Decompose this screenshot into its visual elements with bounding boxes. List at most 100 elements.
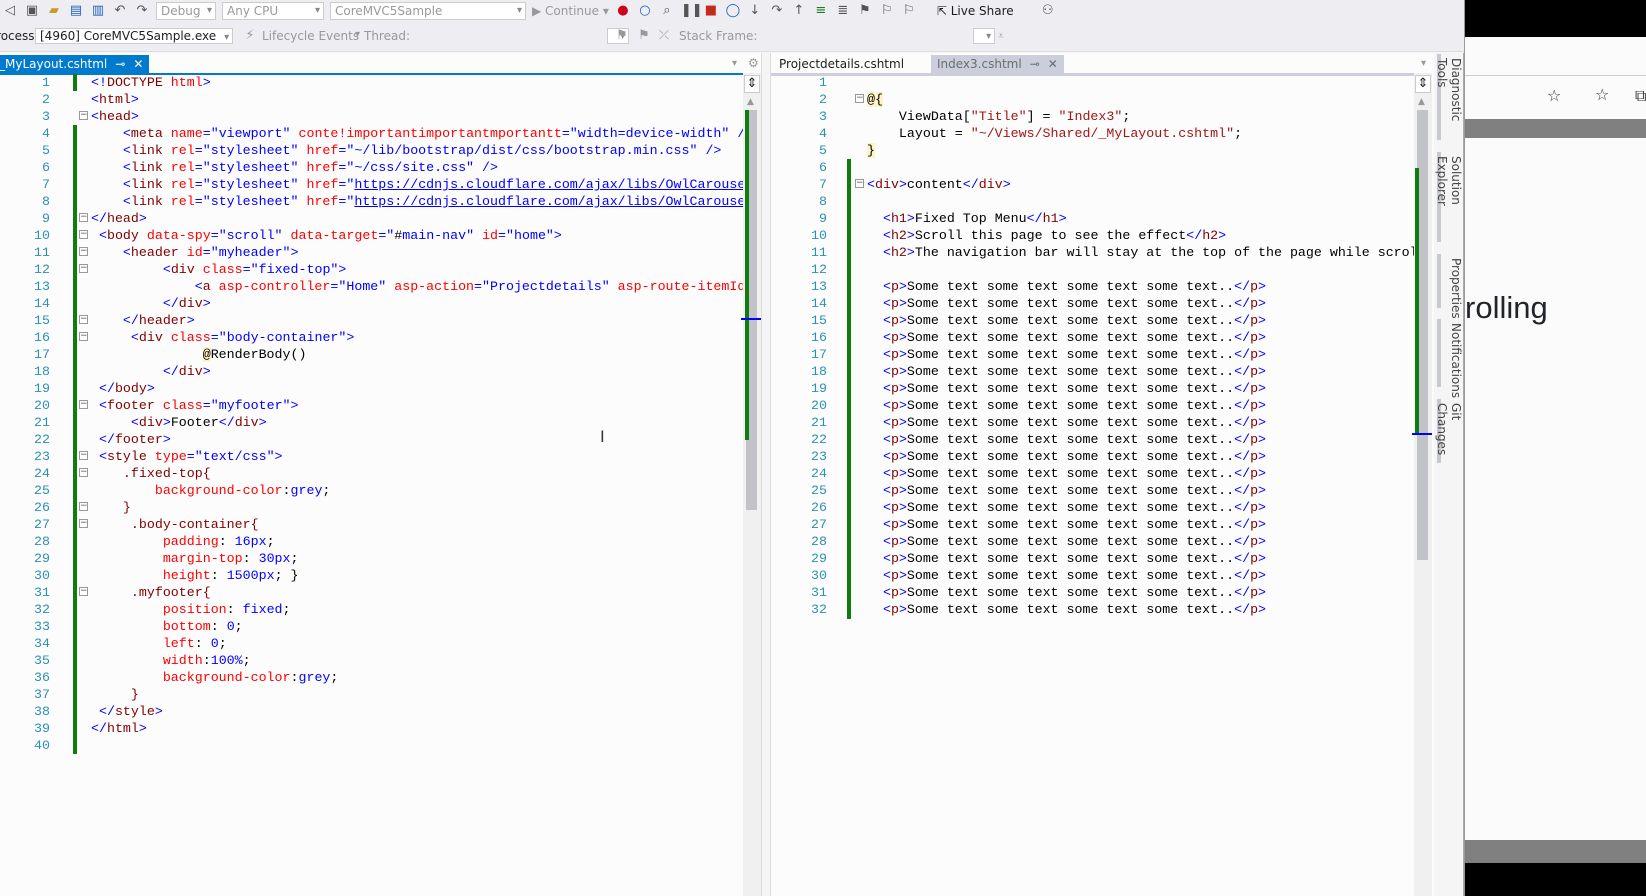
code-token: ="~/lib/bootstrap/dist/css/bootstrap.min… xyxy=(338,143,722,158)
vertical-scrollbar[interactable]: ⇕ ▲ xyxy=(1412,73,1432,896)
code-token: < xyxy=(882,568,891,583)
flag-all-icon[interactable]: ⚑ xyxy=(636,28,652,44)
add-favorite-icon[interactable]: ☆ xyxy=(1547,86,1561,105)
lifecycle-events-button[interactable]: Lifecycle Events xyxy=(262,29,359,43)
code-token: </ xyxy=(1234,602,1251,617)
code-token: p xyxy=(1250,296,1259,311)
fold-toggle-icon[interactable]: − xyxy=(855,94,864,103)
bookmark-icon[interactable]: ⚑ xyxy=(857,3,873,19)
settings-gear-icon[interactable]: ⚙ xyxy=(748,56,759,70)
line-number: 7 xyxy=(819,177,827,192)
code-line: .myfooter{ xyxy=(91,584,211,601)
show-threads-icon[interactable]: ⤫ xyxy=(656,28,672,44)
configuration-dropdown[interactable]: Debug xyxy=(156,2,216,20)
code-token: > xyxy=(898,483,907,498)
code-token: p xyxy=(1250,568,1259,583)
new-project-icon[interactable]: ▣ xyxy=(24,3,40,19)
tab-index3[interactable]: Index3.cshtml ⊸ ✕ xyxy=(931,55,1064,75)
restart-debug-icon[interactable]: ◯ xyxy=(725,3,741,19)
account-icon[interactable]: ⚇ xyxy=(1040,3,1056,19)
collections-icon[interactable]: ⧉ xyxy=(1635,86,1646,106)
share-icon: ⇱ xyxy=(936,4,951,18)
startup-project-dropdown[interactable]: CoreMVC5Sample xyxy=(330,2,526,20)
open-folder-icon[interactable]: ▰ xyxy=(46,3,62,19)
fold-toggle-icon[interactable]: − xyxy=(79,451,88,460)
code-editor[interactable]: 1 2 @{−3 ViewData["Title"] = "Index3"; 4 La… xyxy=(771,74,1414,894)
fold-toggle-icon[interactable]: − xyxy=(79,519,88,528)
tool-tab-diagnostic-tools[interactable]: Diagnostic Tools xyxy=(1435,54,1463,140)
code-token: 1500px xyxy=(226,568,275,583)
tool-tab-git-changes[interactable]: Git Changes xyxy=(1435,399,1463,463)
code-token: Some text some text some text some text.… xyxy=(906,330,1235,345)
process-dropdown[interactable]: [4960] CoreMVC5Sample.exe xyxy=(35,28,234,44)
save-icon[interactable]: ▤ xyxy=(68,3,84,19)
code-editor[interactable]: 1 <!DOCTYPE html> 2 <html> 3 <head> −4 <meta n… xyxy=(0,74,743,894)
split-window-icon[interactable]: ⇕ xyxy=(744,75,760,93)
step-over-icon[interactable]: ↷ xyxy=(769,3,785,19)
live-share-button[interactable]: ⇱ Live Share xyxy=(937,4,1014,18)
code-token: ="myheader"> xyxy=(202,245,299,260)
split-window-icon[interactable]: ⇕ xyxy=(1415,75,1431,93)
fold-toggle-icon[interactable]: − xyxy=(79,230,88,239)
code-token: Fixed Top Menu xyxy=(914,211,1027,226)
pin-icon[interactable]: ⊸ xyxy=(1030,57,1040,73)
fold-toggle-icon[interactable]: − xyxy=(79,213,88,222)
bookmark-next-icon[interactable]: ⚐ xyxy=(901,3,917,19)
flag-icon[interactable]: ⚑ xyxy=(614,28,630,44)
bookmark-prev-icon[interactable]: ⚐ xyxy=(879,3,895,19)
code-token: > xyxy=(898,449,907,464)
favorites-icon[interactable]: ☆ xyxy=(1595,85,1609,104)
undo-icon[interactable]: ↶ xyxy=(112,3,128,19)
comment-icon[interactable]: ≡ xyxy=(813,3,829,19)
platform-dropdown[interactable]: Any CPU xyxy=(222,2,324,20)
code-token: </ xyxy=(1234,483,1251,498)
close-tab-icon[interactable]: ✕ xyxy=(1048,57,1058,73)
fold-toggle-icon[interactable]: − xyxy=(79,111,88,120)
fold-toggle-icon[interactable]: − xyxy=(79,332,88,341)
uncomment-icon[interactable]: ≣ xyxy=(835,3,851,19)
code-token: < xyxy=(882,585,891,600)
fold-toggle-icon[interactable]: − xyxy=(79,400,88,409)
left-editor-pane: _MyLayout.cshtml ⊸ ✕ ▾ ⚙ 1 <!DOCTYPE html… xyxy=(0,53,762,896)
code-token: </ xyxy=(91,721,107,736)
toolbar-overflow-icon[interactable]: ⩡ xyxy=(998,31,1004,42)
fold-toggle-icon[interactable]: − xyxy=(855,179,864,188)
code-token: div xyxy=(978,177,1003,192)
tool-tab-notifications[interactable]: Notifications xyxy=(1437,319,1463,398)
step-into-icon[interactable]: ↓ xyxy=(747,3,763,19)
restart-icon[interactable]: ○ xyxy=(637,3,653,19)
fold-toggle-icon[interactable]: − xyxy=(79,264,88,273)
tab-mylayout[interactable]: _MyLayout.cshtml ⊸ ✕ xyxy=(0,55,150,75)
navigate-back-icon[interactable]: ◁ xyxy=(2,3,18,19)
pause-icon[interactable]: ❚❚ xyxy=(681,3,703,19)
code-token: link xyxy=(130,143,163,158)
tab-projectdetails[interactable]: Projectdetails.cshtml xyxy=(771,55,912,75)
redo-icon[interactable]: ↷ xyxy=(134,3,150,19)
vertical-scrollbar[interactable]: ⇕ ▲ xyxy=(741,73,761,896)
fold-toggle-icon[interactable]: − xyxy=(79,247,88,256)
fold-toggle-icon[interactable]: − xyxy=(79,468,88,477)
continue-button[interactable]: ▶ Continue ▾ xyxy=(532,4,609,18)
code-token: class xyxy=(162,330,211,345)
tool-tab-solution-explorer[interactable]: Solution Explorer xyxy=(1435,152,1463,242)
code-line: <p>Some text some text some text some te… xyxy=(867,601,1266,618)
tab-list-dropdown-icon[interactable]: ▾ xyxy=(732,58,737,69)
fold-toggle-icon[interactable]: − xyxy=(79,315,88,324)
stack-frame-dropdown[interactable] xyxy=(973,28,996,44)
code-token: < xyxy=(882,517,891,532)
fold-toggle-icon[interactable]: − xyxy=(79,587,88,596)
hot-reload-icon[interactable]: ● xyxy=(615,3,631,19)
tab-list-dropdown-icon[interactable]: ▾ xyxy=(1421,58,1426,69)
find-icon[interactable]: ⌕ xyxy=(659,3,675,19)
code-token: > xyxy=(906,245,915,260)
fold-toggle-icon[interactable]: − xyxy=(79,502,88,511)
scroll-up-icon[interactable]: ▲ xyxy=(1418,97,1425,107)
tool-tab-properties[interactable]: Properties xyxy=(1437,254,1463,319)
code-token: h2 xyxy=(890,228,907,243)
save-all-icon[interactable]: ▥ xyxy=(90,3,106,19)
scroll-up-icon[interactable]: ▲ xyxy=(747,97,754,107)
stop-icon[interactable]: ■ xyxy=(703,3,719,19)
step-out-icon[interactable]: ↑ xyxy=(791,3,807,19)
